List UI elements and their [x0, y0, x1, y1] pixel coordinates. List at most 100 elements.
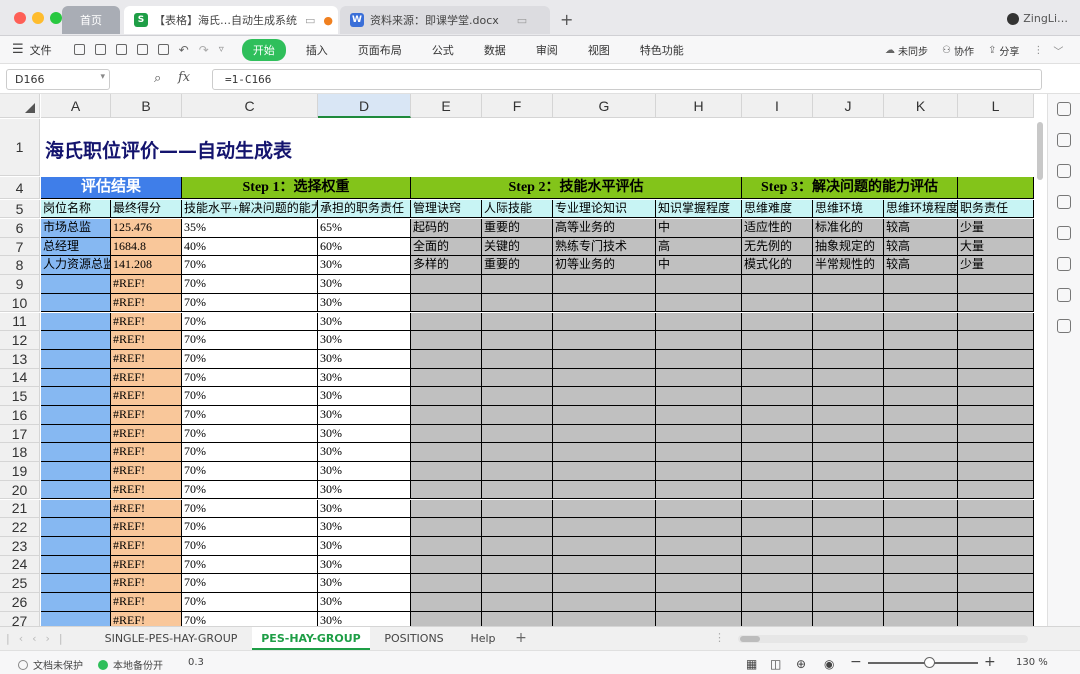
cell-d20[interactable]: 30% — [318, 480, 411, 500]
menu-file[interactable]: 文件 — [30, 42, 52, 58]
cell-g10[interactable] — [553, 293, 656, 313]
cell-c19[interactable]: 70% — [182, 462, 318, 481]
cell-k8[interactable]: 较高 — [884, 256, 958, 276]
cell-l15[interactable] — [958, 387, 1034, 406]
cell-h6[interactable]: 中 — [656, 219, 742, 238]
column-header-a[interactable]: A — [41, 94, 111, 118]
cell-i12[interactable] — [742, 331, 813, 350]
cell-l22[interactable] — [958, 518, 1034, 537]
cell-d10[interactable]: 30% — [318, 293, 411, 313]
cell-j21[interactable] — [813, 499, 884, 519]
cell-b20[interactable]: #REF! — [111, 480, 182, 500]
row-header-20[interactable]: 20 — [0, 480, 40, 500]
undo-icon[interactable]: ↶ — [179, 43, 189, 57]
cell-d12[interactable]: 30% — [318, 331, 411, 350]
cell-f24[interactable] — [482, 555, 553, 575]
cell-g6[interactable]: 高等业务的 — [553, 219, 656, 238]
normal-view-icon[interactable]: ▦ — [746, 657, 757, 671]
cell-l27[interactable] — [958, 611, 1034, 626]
cell-k22[interactable] — [884, 518, 958, 537]
cell-i17[interactable] — [742, 424, 813, 444]
cell-h10[interactable] — [656, 293, 742, 313]
row-header-23[interactable]: 23 — [0, 536, 40, 556]
cell-e10[interactable] — [411, 293, 482, 313]
cell-a18[interactable] — [41, 443, 111, 463]
cell-f9[interactable] — [482, 275, 553, 294]
share-button[interactable]: 分享 — [999, 43, 1019, 58]
cell-e23[interactable] — [411, 536, 482, 556]
cell-k17[interactable] — [884, 424, 958, 444]
cell-g15[interactable] — [553, 387, 656, 406]
cell-d23[interactable]: 30% — [318, 536, 411, 556]
cell-i11[interactable] — [742, 312, 813, 332]
cell-c15[interactable]: 70% — [182, 387, 318, 406]
cell-e13[interactable] — [411, 349, 482, 369]
cell-i20[interactable] — [742, 480, 813, 500]
cell-c25[interactable]: 70% — [182, 574, 318, 593]
header-cell-d[interactable]: 承担的职务责任 — [318, 200, 411, 218]
cell-a24[interactable] — [41, 555, 111, 575]
column-header-i[interactable]: I — [742, 94, 813, 118]
formula-input[interactable]: =1-C166 — [212, 69, 1042, 90]
collaborate-button[interactable]: 协作 — [954, 43, 974, 58]
cell-c21[interactable]: 70% — [182, 499, 318, 519]
cell-d18[interactable]: 30% — [318, 443, 411, 463]
row-header-12[interactable]: 12 — [0, 331, 40, 350]
column-header-l[interactable]: L — [958, 94, 1034, 118]
cell-i24[interactable] — [742, 555, 813, 575]
cell-j27[interactable] — [813, 611, 884, 626]
row-header-5[interactable]: 5 — [0, 200, 40, 218]
menu-features[interactable]: 特色功能 — [640, 42, 684, 58]
cell-l23[interactable] — [958, 536, 1034, 556]
cell-b19[interactable]: #REF! — [111, 462, 182, 481]
menu-review[interactable]: 审阅 — [536, 42, 558, 58]
cell-e21[interactable] — [411, 499, 482, 519]
cell-l17[interactable] — [958, 424, 1034, 444]
collapse-ribbon-icon[interactable]: ﹀ — [1053, 43, 1063, 58]
print-preview-icon[interactable] — [157, 44, 169, 55]
zoom-out-button[interactable]: − — [850, 654, 862, 670]
cell-d8[interactable]: 30% — [318, 256, 411, 276]
cell-k11[interactable] — [884, 312, 958, 332]
zoom-level[interactable]: 130 % — [1016, 657, 1048, 668]
row-header-1[interactable]: 1 — [0, 119, 40, 176]
row-header-18[interactable]: 18 — [0, 443, 40, 463]
zoom-in-button[interactable]: + — [984, 654, 996, 670]
cell-d19[interactable]: 30% — [318, 462, 411, 481]
cell-e26[interactable] — [411, 593, 482, 612]
cell-l20[interactable] — [958, 480, 1034, 500]
cell-i25[interactable] — [742, 574, 813, 593]
cell-j19[interactable] — [813, 462, 884, 481]
cell-b11[interactable]: #REF! — [111, 312, 182, 332]
cell-j12[interactable] — [813, 331, 884, 350]
cell-k15[interactable] — [884, 387, 958, 406]
page-layout-view-icon[interactable]: ◫ — [770, 657, 781, 671]
header-cell-g[interactable]: 专业理论知识 — [553, 200, 656, 218]
cell-e22[interactable] — [411, 518, 482, 537]
cell-c9[interactable]: 70% — [182, 275, 318, 294]
select-all-corner[interactable] — [0, 94, 40, 118]
cell-j15[interactable] — [813, 387, 884, 406]
cell-a7[interactable]: 总经理 — [41, 237, 111, 257]
name-box[interactable]: D166 — [6, 69, 110, 90]
cell-g17[interactable] — [553, 424, 656, 444]
section-header-5[interactable] — [958, 177, 1034, 199]
cell-h7[interactable]: 高 — [656, 237, 742, 257]
cell-e27[interactable] — [411, 611, 482, 626]
cell-h26[interactable] — [656, 593, 742, 612]
cell-h12[interactable] — [656, 331, 742, 350]
cell-l7[interactable]: 大量 — [958, 237, 1034, 257]
cell-b26[interactable]: #REF! — [111, 593, 182, 612]
cell-i10[interactable] — [742, 293, 813, 313]
row-header-10[interactable]: 10 — [0, 293, 40, 313]
row-header-25[interactable]: 25 — [0, 574, 40, 593]
zoom-slider-knob[interactable] — [923, 657, 935, 668]
row-header-19[interactable]: 19 — [0, 462, 40, 481]
history-icon[interactable] — [1057, 288, 1071, 302]
hamburger-icon[interactable]: ☰ — [12, 42, 24, 57]
menu-insert[interactable]: 插入 — [306, 42, 328, 58]
redo-icon[interactable]: ↷ — [199, 43, 209, 57]
header-cell-b[interactable]: 最终得分 — [111, 200, 182, 218]
open-folder-icon[interactable] — [73, 44, 85, 55]
column-header-b[interactable]: B — [111, 94, 182, 118]
